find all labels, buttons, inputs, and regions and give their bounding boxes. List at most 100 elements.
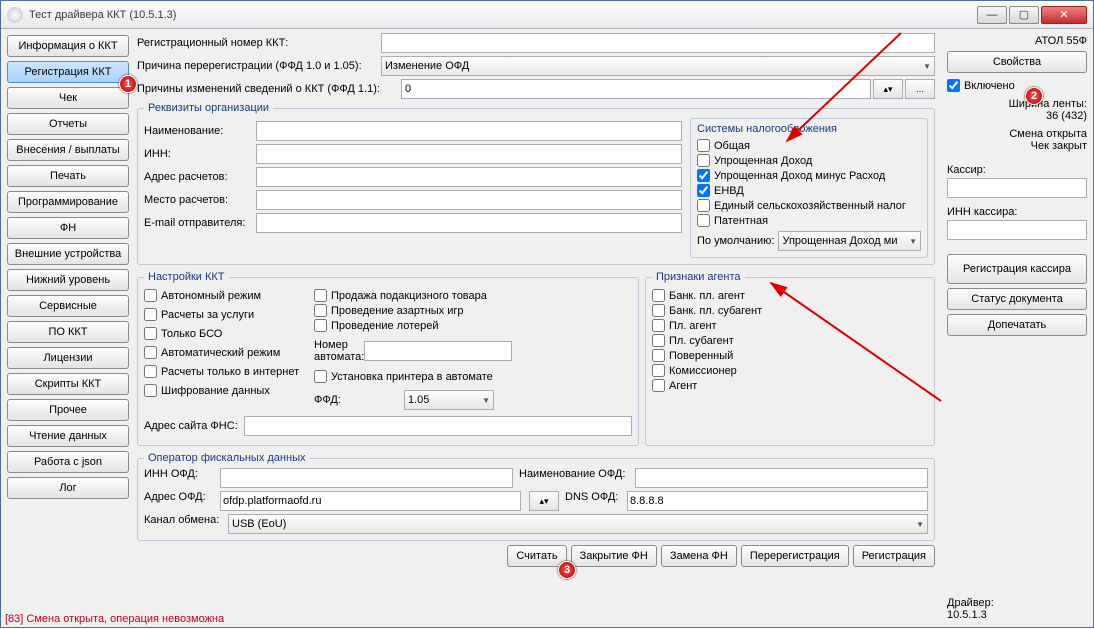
ffd-label: ФФД:: [314, 394, 404, 406]
nav-лицензии[interactable]: Лицензии: [7, 347, 129, 369]
kkt-checkbox[interactable]: Расчеты только в интернет: [144, 365, 304, 378]
change-browse-button[interactable]: ...: [905, 79, 935, 99]
nav-печать[interactable]: Печать: [7, 165, 129, 187]
register-cashier-button[interactable]: Регистрация кассира: [947, 254, 1087, 284]
properties-button[interactable]: Свойства: [947, 51, 1087, 73]
close-button[interactable]: ✕: [1041, 6, 1087, 24]
ofd-inn-input[interactable]: [220, 468, 513, 488]
nav-лог[interactable]: Лог: [7, 477, 129, 499]
reg-num-input[interactable]: [381, 33, 935, 53]
minimize-button[interactable]: —: [977, 6, 1007, 24]
org-addr-input[interactable]: [256, 167, 682, 187]
kkt-checkbox[interactable]: Шифрование данных: [144, 384, 304, 397]
org-email-input[interactable]: [256, 213, 682, 233]
nav-чтение-данных[interactable]: Чтение данных: [7, 425, 129, 447]
doc-status-button[interactable]: Статус документа: [947, 288, 1087, 310]
agent-legend: Признаки агента: [652, 271, 745, 283]
nav-фн[interactable]: ФН: [7, 217, 129, 239]
agent-checkbox[interactable]: Пл. субагент: [652, 334, 928, 347]
enabled-checkbox[interactable]: Включено: [947, 79, 1087, 92]
org-name-input[interactable]: [256, 121, 682, 141]
ofd-chan-select[interactable]: USB (EoU)▼: [228, 514, 928, 534]
reason-select[interactable]: Изменение ОФД ▼: [381, 56, 935, 76]
org-fieldset: Реквизиты организации Наименование: ИНН:…: [137, 102, 935, 265]
cashier-input[interactable]: [947, 178, 1087, 198]
nav-по-ккт[interactable]: ПО ККТ: [7, 321, 129, 343]
change-spinner[interactable]: ▴▾: [873, 79, 903, 99]
kkt-checkbox[interactable]: Проведение лотерей: [314, 319, 494, 332]
nav-отчеты[interactable]: Отчеты: [7, 113, 129, 135]
right-panel: АТОЛ 55Ф Свойства Включено Ширина ленты:…: [941, 29, 1093, 627]
nav-работа-с-json[interactable]: Работа с json: [7, 451, 129, 473]
tax-box: Системы налогообложения Общая Упрощенная …: [690, 118, 928, 258]
change-value-input[interactable]: [401, 79, 871, 99]
перерегистрация-button[interactable]: Перерегистрация: [741, 545, 849, 567]
tax-default-label: По умолчанию:: [697, 235, 774, 247]
tax-default-select[interactable]: Упрощенная Доход ми ▼: [778, 231, 921, 251]
agent-checkbox[interactable]: Комиссионер: [652, 364, 928, 377]
fns-input[interactable]: [244, 416, 632, 436]
nav-сервисные[interactable]: Сервисные: [7, 295, 129, 317]
закрытие-фн-button[interactable]: Закрытие ФН: [571, 545, 657, 567]
change-label: Причины изменений сведений о ККТ (ФФД 1.…: [137, 83, 401, 95]
tax-checkbox[interactable]: ЕНВД: [697, 184, 921, 197]
annotation-badge-3: 3: [558, 561, 576, 579]
nav-внешние-устройства[interactable]: Внешние устройства: [7, 243, 129, 265]
замена-фн-button[interactable]: Замена ФН: [661, 545, 737, 567]
reprint-button[interactable]: Допечатать: [947, 314, 1087, 336]
cashier-inn-input[interactable]: [947, 220, 1087, 240]
tax-checkbox[interactable]: Патентная: [697, 214, 921, 227]
ofd-name-label: Наименование ОФД:: [519, 468, 629, 488]
nav-прочее[interactable]: Прочее: [7, 399, 129, 421]
kkt-checkbox[interactable]: Только БСО: [144, 327, 304, 340]
nav-внесения-выплаты[interactable]: Внесения / выплаты: [7, 139, 129, 161]
model-label: АТОЛ 55Ф: [947, 35, 1087, 47]
agent-checkbox[interactable]: Поверенный: [652, 349, 928, 362]
agent-checkbox[interactable]: Пл. агент: [652, 319, 928, 332]
tax-checkbox[interactable]: Упрощенная Доход: [697, 154, 921, 167]
left-nav: Информация о ККТ Регистрация ККТ Чек Отчеты…: [1, 29, 135, 627]
annotation-badge-1: 1: [119, 75, 137, 93]
ofd-dns-input[interactable]: [627, 491, 928, 511]
ofd-addr-input[interactable]: [220, 491, 521, 511]
org-inn-input[interactable]: [256, 144, 682, 164]
cashier-inn-label: ИНН кассира:: [947, 206, 1087, 218]
org-name-label: Наименование:: [144, 125, 256, 137]
tax-checkbox[interactable]: Упрощенная Доход минус Расход: [697, 169, 921, 182]
chevron-down-icon: ▼: [916, 520, 924, 529]
window-title: Тест драйвера ККТ (10.5.1.3): [29, 9, 977, 21]
tax-checkbox[interactable]: Общая: [697, 139, 921, 152]
kkt-checkbox[interactable]: Продажа подакцизного товара: [314, 289, 494, 302]
num-auto-label: Номер автомата:: [314, 339, 364, 363]
kkt-checkbox[interactable]: Проведение азартных игр: [314, 304, 494, 317]
chevron-down-icon: ▼: [482, 396, 490, 405]
maximize-button[interactable]: ▢: [1009, 6, 1039, 24]
driver-version: 10.5.1.3: [947, 609, 1087, 621]
agent-checkbox[interactable]: Банк. пл. агент: [652, 289, 928, 302]
ofd-port-spinner[interactable]: ▴▾: [529, 491, 559, 511]
num-auto-input[interactable]: [364, 341, 512, 361]
kkt-legend: Настройки ККТ: [144, 271, 229, 283]
titlebar: Тест драйвера ККТ (10.5.1.3) — ▢ ✕: [1, 1, 1093, 29]
nav-нижний-уровень[interactable]: Нижний уровень: [7, 269, 129, 291]
nav-программирование[interactable]: Программирование: [7, 191, 129, 213]
tax-title: Системы налогообложения: [697, 123, 921, 135]
считать-button[interactable]: Считать: [507, 545, 566, 567]
kkt-checkbox[interactable]: Автоматический режим: [144, 346, 304, 359]
kkt-checkbox[interactable]: Расчеты за услуги: [144, 308, 304, 321]
agent-checkbox[interactable]: Банк. пл. субагент: [652, 304, 928, 317]
nav-регистрация-ккт[interactable]: Регистрация ККТ: [7, 61, 129, 83]
ffd-select[interactable]: 1.05▼: [404, 390, 494, 410]
nav-скрипты-ккт[interactable]: Скрипты ККТ: [7, 373, 129, 395]
driver-label: Драйвер:: [947, 597, 1087, 609]
ofd-name-input[interactable]: [635, 468, 928, 488]
kkt-checkbox[interactable]: Автономный режим: [144, 289, 304, 302]
status-bar: [83] Смена открыта, операция невозможна: [5, 613, 224, 625]
tax-checkbox[interactable]: Единый сельскохозяйственный налог: [697, 199, 921, 212]
printer-checkbox[interactable]: Установка принтера в автомате: [314, 370, 494, 383]
nav-чек[interactable]: Чек: [7, 87, 129, 109]
nav-информация-о-ккт[interactable]: Информация о ККТ: [7, 35, 129, 57]
org-place-input[interactable]: [256, 190, 682, 210]
регистрация-button[interactable]: Регистрация: [853, 545, 935, 567]
agent-checkbox[interactable]: Агент: [652, 379, 928, 392]
